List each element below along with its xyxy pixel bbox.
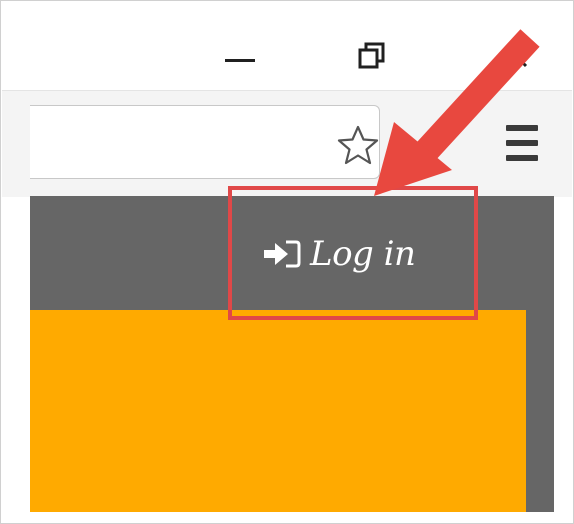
minimize-icon (225, 58, 255, 62)
restore-button[interactable] (350, 36, 394, 76)
close-button[interactable] (502, 42, 532, 72)
star-icon (337, 125, 379, 165)
hamburger-menu-icon (506, 125, 538, 131)
login-link[interactable]: Log in (262, 234, 416, 274)
web-page: Log in (30, 196, 554, 512)
window-titlebar (2, 2, 572, 90)
bookmark-button[interactable] (336, 124, 380, 165)
sign-in-icon (262, 239, 302, 269)
close-icon (506, 46, 528, 68)
login-label: Log in (310, 234, 416, 274)
address-bar[interactable] (30, 105, 380, 179)
screenshot-frame: Log in (0, 0, 574, 524)
browser-toolbar (2, 90, 572, 197)
minimize-button[interactable] (218, 36, 262, 76)
browser-menu-button[interactable] (502, 125, 542, 161)
orange-banner (30, 310, 526, 512)
restore-icon (358, 42, 385, 69)
